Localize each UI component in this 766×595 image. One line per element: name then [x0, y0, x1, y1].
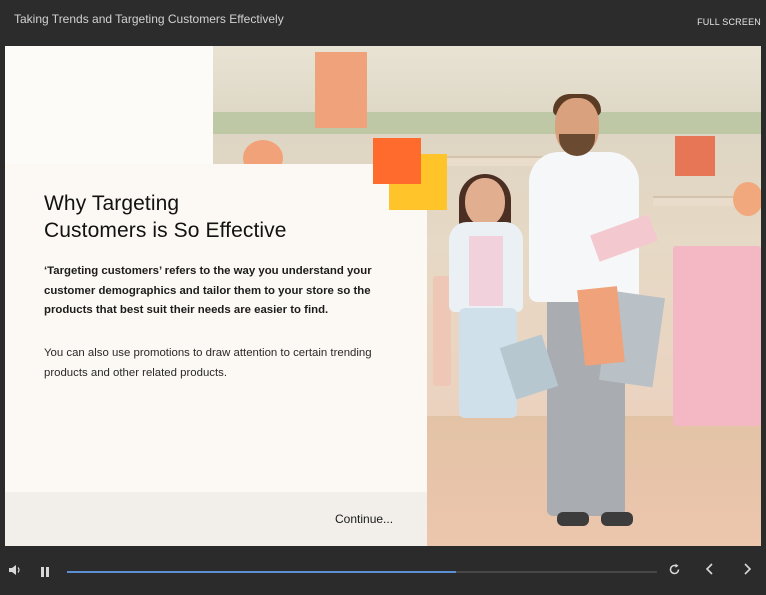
definition-paragraph: ‘Targeting customers’ refers to the way …	[44, 265, 372, 316]
replay-icon[interactable]	[668, 563, 681, 579]
promotions-paragraph: You can also use promotions to draw atte…	[44, 347, 372, 379]
continue-button[interactable]: Continue...	[335, 512, 393, 526]
fullscreen-button[interactable]: FULL SCREEN	[697, 17, 761, 27]
player-controls	[0, 546, 766, 595]
progress-track[interactable]	[67, 571, 657, 573]
decorative-orange-square	[373, 138, 421, 184]
chevron-left-icon[interactable]	[705, 562, 715, 581]
pause-icon[interactable]	[41, 564, 51, 580]
slide-heading: Why Targeting Customers is So Effective	[44, 190, 344, 244]
slide-stage: Why Targeting Customers is So Effective …	[5, 46, 761, 546]
decorative-panel-top	[5, 46, 213, 164]
heading-line-2: Customers is So Effective	[44, 219, 287, 242]
title-bar: Taking Trends and Targeting Customers Ef…	[0, 0, 766, 46]
volume-icon[interactable]	[8, 563, 22, 579]
course-title: Taking Trends and Targeting Customers Ef…	[14, 12, 284, 26]
progress-fill	[67, 571, 457, 573]
chevron-right-icon[interactable]	[742, 562, 752, 581]
heading-line-1: Why Targeting	[44, 192, 180, 215]
